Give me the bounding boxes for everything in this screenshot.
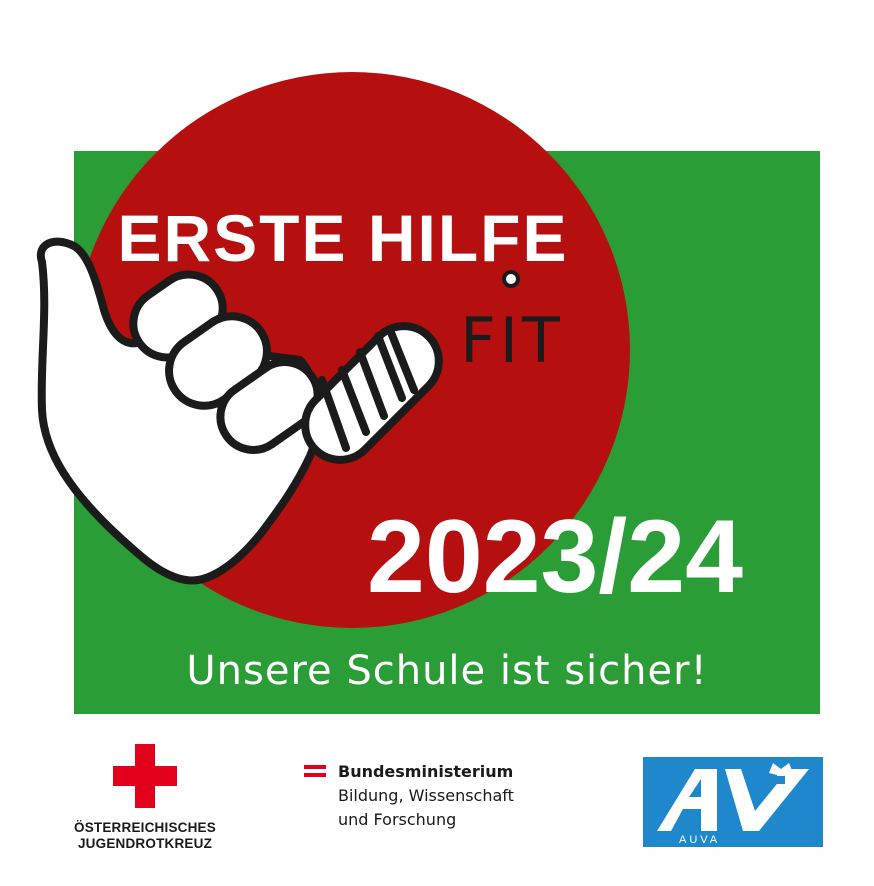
ministry-name-line3: und Forschung [338, 810, 457, 829]
jugendrotkreuz-logo: ÖSTERREICHISCHES JUGENDROTKREUZ [60, 742, 230, 862]
fit-dot [502, 270, 520, 288]
ministry-name-line2: Bildung, Wissenschaft [338, 786, 514, 805]
ministry-name: Bundesministerium Bildung, Wissenschaft … [338, 760, 514, 832]
badge-fit-word: FIT [460, 304, 564, 377]
auva-letter-a-shape [657, 769, 717, 831]
auva-label: AUVA [679, 834, 720, 846]
jugendrotkreuz-name: ÖSTERREICHISCHES JUGENDROTKREUZ [60, 820, 230, 852]
jugendrotkreuz-name-line2: JUGENDROTKREUZ [77, 836, 213, 851]
red-cross-icon [113, 744, 177, 808]
flag-stripe-red-bottom [304, 773, 326, 777]
auva-logo-icon: AUVA [657, 763, 809, 846]
austrian-flag-icon [304, 765, 326, 777]
auva-letter-v-shape [725, 769, 809, 831]
jugendrotkreuz-name-line1: ÖSTERREICHISCHES [74, 820, 216, 835]
auva-logo: AUVA [643, 757, 823, 847]
ministry-name-line1: Bundesministerium [338, 762, 514, 781]
badge-slogan: Unsere Schule ist sicher! [186, 648, 707, 694]
ministry-logo: Bundesministerium Bildung, Wissenschaft … [300, 760, 590, 850]
red-cross-horizontal-bar [113, 766, 177, 786]
badge-title: ERSTE HILFE [117, 201, 568, 275]
badge-year: 2023/24 [367, 499, 743, 615]
erste-hilfe-badge: ERSTE HILFE FIT 2023/24 Unsere Schule is… [36, 72, 820, 714]
